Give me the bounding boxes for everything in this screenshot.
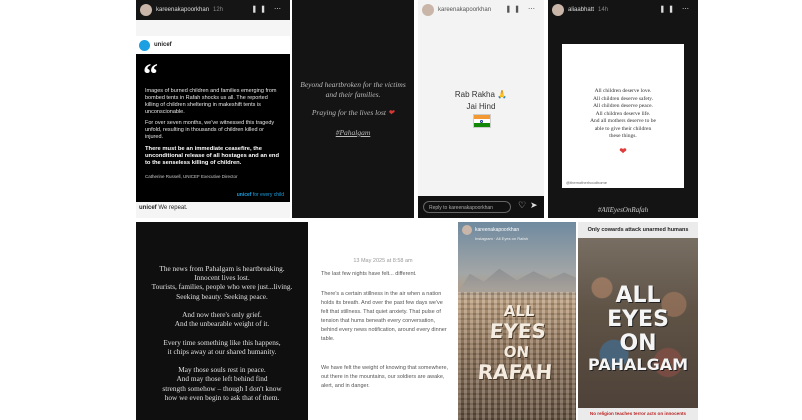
footer-logo: unicef <box>236 192 252 198</box>
poem-line: And the unbearable weight of it. <box>174 319 270 329</box>
statement-bold: There must be an immediate ceasefire, th… <box>145 146 279 166</box>
like-icon[interactable]: ♡ <box>518 200 526 211</box>
prayer-line-2: Praying for the lives lost ❤ <box>300 108 406 117</box>
story-controls[interactable]: ❚❚ ⋯ <box>505 5 538 13</box>
hashtag[interactable]: #AllEyesOnRafah <box>548 206 698 214</box>
mountains <box>458 268 576 292</box>
slogan-word: ALL <box>615 283 661 308</box>
story-all-children[interactable]: aliaabhatt 14h ❚❚ ⋯ All children deserve… <box>548 0 698 218</box>
slogan-word: EYES <box>607 307 669 332</box>
poem-line: And may those left behind find <box>176 374 268 384</box>
bottom-banner: No religion teaches terror acts on innoc… <box>578 408 698 420</box>
story-header: kareenakapoorkhan 12h ❚❚ ⋯ <box>136 0 290 20</box>
quote-mark-icon: “ <box>143 58 158 91</box>
username: kareenakapoorkhan <box>438 7 492 13</box>
send-icon[interactable]: ➤ <box>530 200 538 211</box>
poem-line: May those souls rest in peace. <box>178 365 266 375</box>
poem-line: Seeking beauty. Seeking peace. <box>176 291 268 301</box>
message-line: All children deserve love. <box>594 88 652 94</box>
footer-tagline: for every child <box>252 192 284 198</box>
story-rab-rakha[interactable]: kareenakapoorkhan ❚❚ ⋯ Rab Rakha 🙏 Jai H… <box>418 0 544 218</box>
signature: Catherine Russell, UNICEF Executive Dire… <box>145 174 238 179</box>
username: kareenakapoorkhan <box>156 7 210 13</box>
avatar <box>552 4 564 16</box>
heart-icon: ❤ <box>619 146 627 156</box>
reply-input[interactable]: Reply to kareenakapoorkhan <box>423 201 511 213</box>
poem-line: Innocent lives lost. <box>194 273 250 283</box>
note-para-3: We have felt the weight of knowing that … <box>321 365 449 389</box>
story-header: aliaabhatt 14h ❚❚ ⋯ <box>548 0 698 20</box>
post-time: 12h <box>213 7 224 13</box>
message-line-2: Jai Hind <box>466 102 496 111</box>
story-header: kareenakapoorkhan ❚❚ ⋯ <box>418 0 544 20</box>
slogan: ALL EYES ON PAHALGAM <box>578 284 698 374</box>
poem-line: Every time something like this happens, <box>163 337 281 347</box>
heart-icon: ❤ <box>387 108 395 117</box>
poem-lines: The news from Pahalgam is heartbreaking.… <box>140 264 304 402</box>
statement-para-1: Images of burned children and families e… <box>145 88 277 115</box>
story-notes[interactable]: 13 May 2025 at 8:58 am The last few nigh… <box>310 222 456 420</box>
poem-line: The news from Pahalgam is heartbreaking. <box>159 264 285 273</box>
credit: @themotherhoodhome <box>566 180 607 185</box>
caption: unicef We repeat. <box>139 205 188 211</box>
story-pahalgam-prayer[interactable]: Beyond heartbroken for the victims and t… <box>292 0 414 218</box>
story-header: kareenakapoorkhan Instagram · All Eyes o… <box>458 222 576 244</box>
message-line: All children deserve life. <box>595 110 651 117</box>
org-name: unicef <box>154 42 172 48</box>
username: kareenakapoorkhan <box>475 227 520 233</box>
statement-card: “ Images of burned children and families… <box>136 54 290 202</box>
poem-line: And now there's only grief. <box>182 310 262 320</box>
poem-line <box>140 301 304 310</box>
message-card: All children deserve love. All children d… <box>562 44 684 188</box>
story-pahalgam-poem[interactable]: The news from Pahalgam is heartbreaking.… <box>136 222 308 420</box>
note-para-2: There's a certain stillness in the air w… <box>321 291 447 342</box>
message-line: able to give their children <box>594 125 652 132</box>
slogan-word: RAFAH <box>476 360 554 384</box>
hashtag[interactable]: #Pahalgam <box>300 128 406 137</box>
slogan-word: ON <box>503 343 530 361</box>
top-banner: Only cowards attack unarmed humans <box>578 222 698 238</box>
poem-line: how we even begin to ask that of them. <box>164 392 280 402</box>
avatar <box>462 225 472 235</box>
slogan-word: ON <box>619 331 657 356</box>
caption-user: unicef <box>139 205 157 211</box>
story-controls[interactable]: ❚❚ ⋯ <box>659 5 692 13</box>
statement-para-2: For over seven months, we've witnessed t… <box>145 120 275 140</box>
slogan-word: EYES <box>488 319 547 343</box>
message-line: All children deserve safety. <box>592 95 654 102</box>
story-all-eyes-pahalgam[interactable]: Only cowards attack unarmed humans ALL EY… <box>578 222 698 420</box>
slogan-word: PAHALGAM <box>587 355 689 374</box>
story-controls[interactable]: ❚❚ ⋯ <box>251 5 284 13</box>
avatar <box>140 4 152 16</box>
story-unicef[interactable]: kareenakapoorkhan 12h ❚❚ ⋯ unicef “ Imag… <box>136 0 290 218</box>
unicef-logo-icon <box>139 39 150 51</box>
prayer-line-1: Beyond heartbroken for the victims and t… <box>300 80 406 99</box>
story-all-eyes-rafah[interactable]: kareenakapoorkhan Instagram · All Eyes o… <box>458 222 576 420</box>
slogan-word: ALL <box>503 302 536 320</box>
message-line: All children deserve peace. <box>593 103 653 109</box>
poem-line: strength somehow – though I don't know <box>162 383 282 393</box>
post-time: 14h <box>598 7 609 13</box>
avatar <box>422 4 434 16</box>
subtitle: Instagram · All Eyes on Rafah <box>475 236 528 241</box>
message-line-1: Rab Rakha 🙏 <box>454 90 508 99</box>
message-line: these things. <box>609 133 637 139</box>
slogan: ALL EYES ON RAFAH <box>458 302 576 384</box>
poem-line <box>140 356 304 365</box>
caption-text: We repeat. <box>158 205 188 211</box>
poem-line: it chips away at our shared humanity. <box>167 346 277 356</box>
poem-line: Tourists, families, people who were just… <box>151 282 293 292</box>
username: aliaabhatt <box>568 7 595 13</box>
org-header: unicef <box>136 36 290 54</box>
prayer-text: Praying for the lives lost <box>311 108 386 117</box>
note-date: 13 May 2025 at 8:58 am <box>353 258 413 264</box>
note-para-1: The last few nights have felt... differe… <box>321 271 417 277</box>
poem-line <box>140 328 304 337</box>
unicef-footer: unicef for every child <box>237 192 284 198</box>
reply-bar: Reply to kareenakapoorkhan ♡ ➤ <box>418 196 544 218</box>
message-lines: All children deserve love. All children d… <box>562 88 684 141</box>
india-flag-icon <box>473 114 491 128</box>
message-line: And all mothers deserve to be <box>590 118 656 124</box>
